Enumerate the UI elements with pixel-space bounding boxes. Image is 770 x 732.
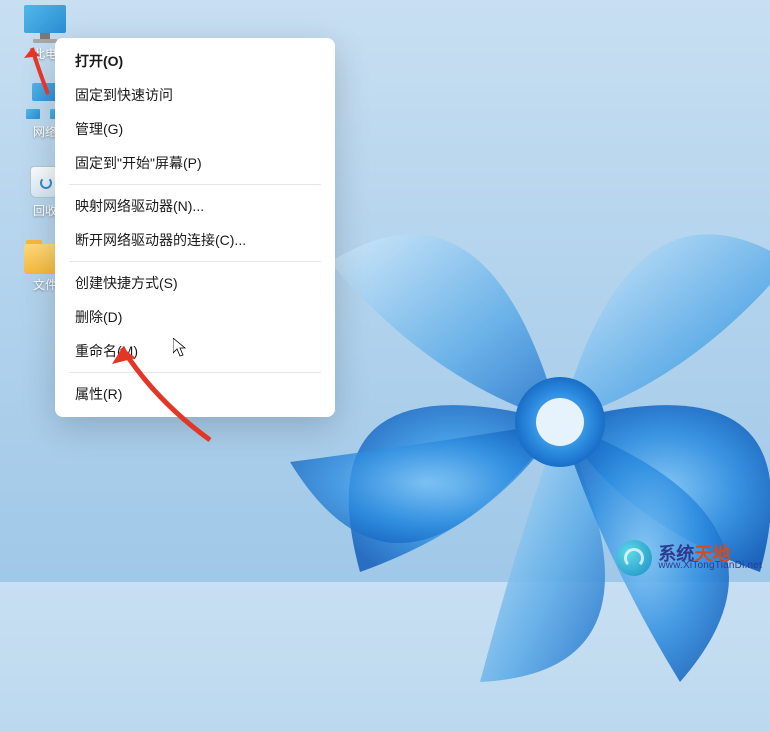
monitor-icon	[24, 5, 66, 43]
watermark-url: www.XiTongTianDi.net	[658, 561, 762, 571]
menu-item-disconnect-network-drive[interactable]: 断开网络驱动器的连接(C)...	[61, 223, 329, 257]
icon-label: 文件	[33, 278, 57, 292]
watermark: 系统天地 www.XiTongTianDi.net	[616, 540, 762, 576]
context-menu: 打开(O) 固定到快速访问 管理(G) 固定到"开始"屏幕(P) 映射网络驱动器…	[55, 38, 335, 417]
menu-item-open[interactable]: 打开(O)	[61, 44, 329, 78]
menu-separator	[69, 261, 321, 262]
icon-label: 网络	[33, 125, 57, 139]
icon-label: 回收	[33, 204, 57, 218]
menu-item-properties[interactable]: 属性(R)	[61, 377, 329, 411]
menu-item-manage[interactable]: 管理(G)	[61, 112, 329, 146]
menu-item-pin-quick-access[interactable]: 固定到快速访问	[61, 78, 329, 112]
icon-label: 此电	[33, 47, 57, 61]
menu-item-delete[interactable]: 删除(D)	[61, 300, 329, 334]
menu-separator	[69, 184, 321, 185]
menu-item-rename[interactable]: 重命名(M)	[61, 334, 329, 368]
watermark-globe-icon	[616, 540, 652, 576]
menu-item-create-shortcut[interactable]: 创建快捷方式(S)	[61, 266, 329, 300]
menu-item-map-network-drive[interactable]: 映射网络驱动器(N)...	[61, 189, 329, 223]
menu-item-pin-start[interactable]: 固定到"开始"屏幕(P)	[61, 146, 329, 180]
menu-separator	[69, 372, 321, 373]
